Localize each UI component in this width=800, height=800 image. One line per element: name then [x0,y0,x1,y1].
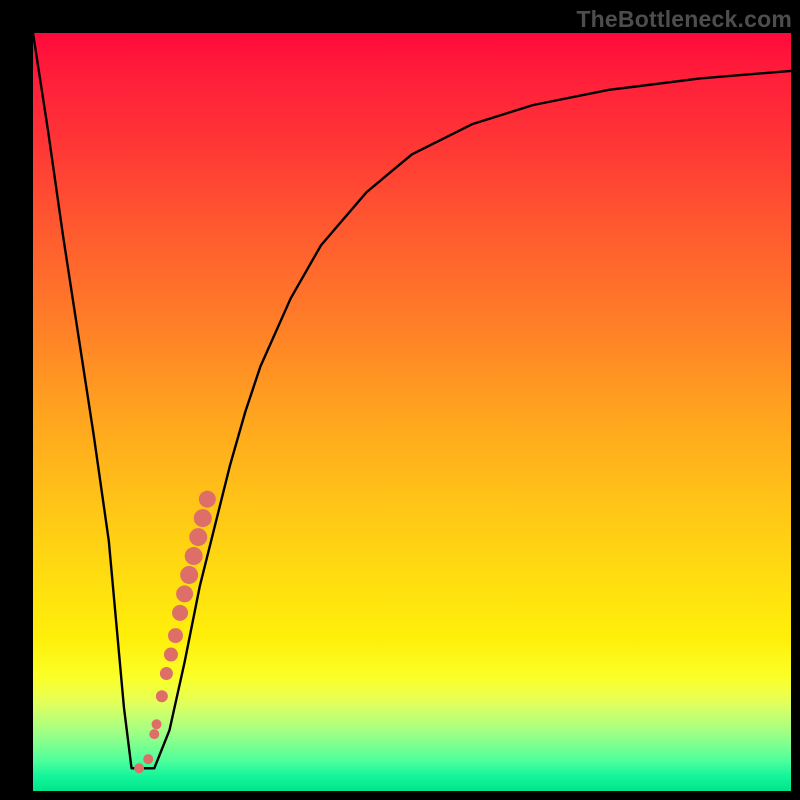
chart-svg [33,33,791,791]
highlight-dot [152,719,162,729]
highlight-dot [189,528,207,546]
highlight-dot [168,628,183,643]
plot-area [33,33,791,791]
highlight-dot [199,491,216,508]
highlight-dot [160,667,173,680]
highlight-dot [172,605,188,621]
highlight-dot [176,585,193,602]
highlight-dot [185,547,203,565]
highlight-dot [164,648,178,662]
bottleneck-curve [33,33,791,768]
highlight-dot [156,690,168,702]
curve-layer [33,33,791,768]
highlight-dot [143,754,153,764]
highlight-dot [134,763,144,773]
highlight-dot [180,566,198,584]
chart-stage: TheBottleneck.com [0,0,800,800]
highlight-dots-layer [134,491,216,774]
highlight-dot [194,509,212,527]
watermark-text: TheBottleneck.com [576,6,792,33]
highlight-dot [149,729,159,739]
